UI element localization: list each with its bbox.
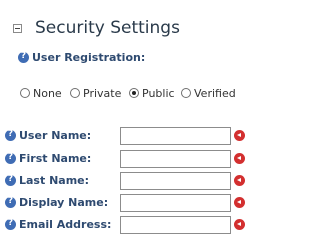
display-name-label: Display Name: <box>19 196 109 209</box>
form-row-last-name: Last Name: <box>5 172 250 190</box>
radio-label[interactable]: None <box>33 87 62 100</box>
required-arrow-icon <box>234 130 245 141</box>
radio-button-selected[interactable] <box>129 88 139 98</box>
first-name-label: First Name: <box>19 152 92 165</box>
help-icon[interactable] <box>5 174 16 186</box>
last-name-label: Last Name: <box>19 174 90 187</box>
help-icon[interactable] <box>5 218 16 230</box>
form-row-email-address: Email Address: <box>5 216 250 234</box>
radio-label[interactable]: Private <box>83 87 121 100</box>
required-arrow-icon <box>234 219 245 230</box>
form-row-first-name: First Name: <box>5 150 250 168</box>
help-icon[interactable] <box>18 51 29 63</box>
radio-button[interactable] <box>70 88 80 98</box>
help-icon[interactable] <box>5 196 16 208</box>
collapse-toggle-icon[interactable] <box>13 24 22 33</box>
help-icon[interactable] <box>5 152 16 164</box>
user-registration-label: User Registration: <box>32 51 146 64</box>
email-address-input[interactable] <box>120 216 231 234</box>
radio-label[interactable]: Public <box>142 87 175 100</box>
required-arrow-icon <box>234 197 245 208</box>
required-arrow-icon <box>234 153 245 164</box>
user-name-label: User Name: <box>19 129 92 142</box>
help-icon[interactable] <box>5 129 16 141</box>
form-row-display-name: Display Name: <box>5 194 250 212</box>
radio-button[interactable] <box>181 88 191 98</box>
email-address-label: Email Address: <box>19 218 112 231</box>
form-row-user-name: User Name: <box>5 127 250 145</box>
first-name-input[interactable] <box>120 150 231 168</box>
user-name-input[interactable] <box>120 127 231 145</box>
radio-button[interactable] <box>20 88 30 98</box>
last-name-input[interactable] <box>120 172 231 190</box>
page-title: Security Settings <box>35 18 180 38</box>
radio-label[interactable]: Verified <box>194 87 236 100</box>
required-arrow-icon <box>234 175 245 186</box>
display-name-input[interactable] <box>120 194 231 212</box>
